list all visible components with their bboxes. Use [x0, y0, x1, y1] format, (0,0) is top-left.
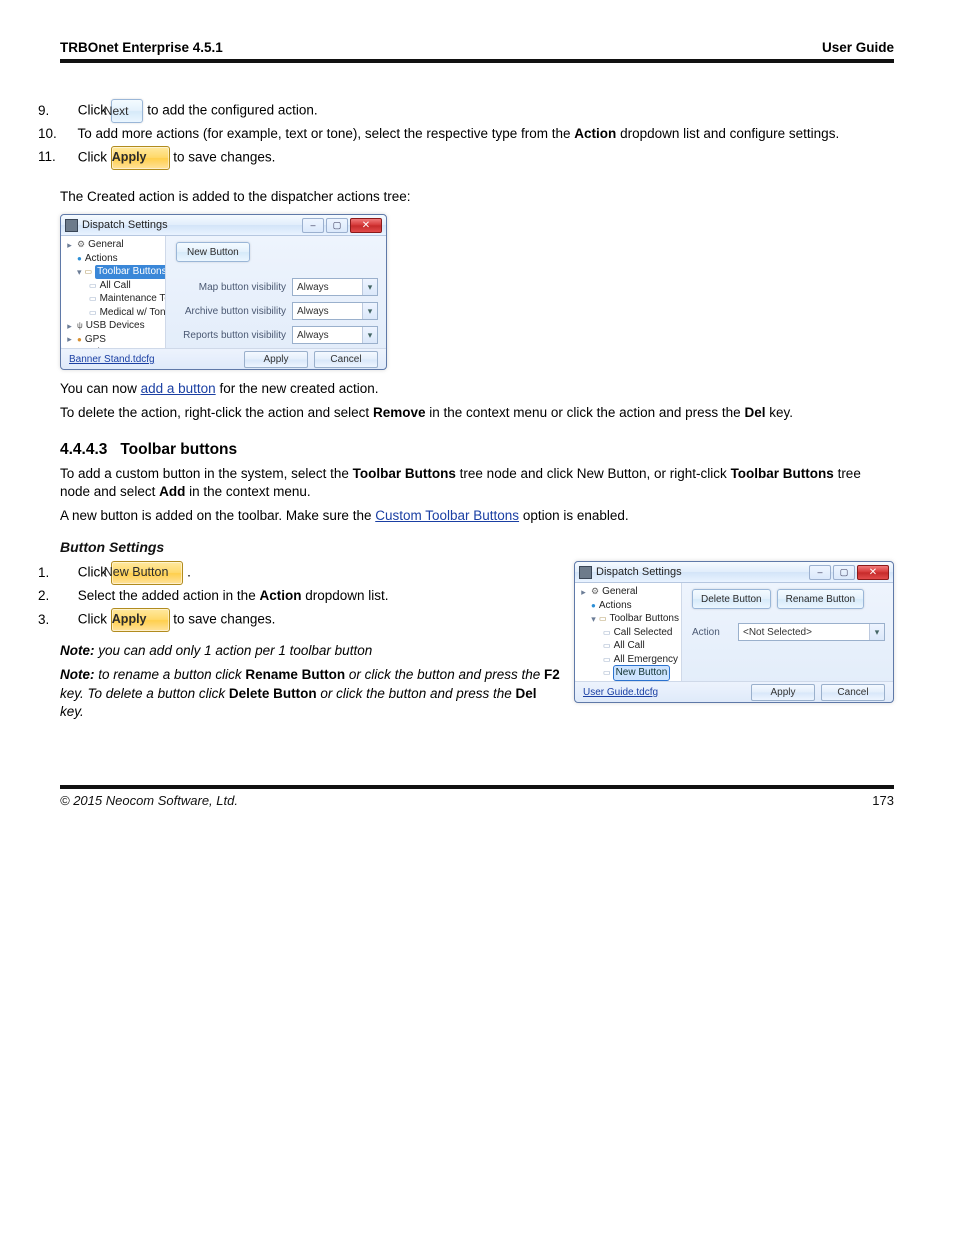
new-button[interactable]: New Button	[176, 242, 250, 262]
map-visibility-label: Map button visibility	[176, 282, 286, 293]
settings-tree[interactable]: ▸General Actions ▾Toolbar Buttons All Ca…	[61, 236, 166, 350]
close-icon[interactable]: ✕	[350, 218, 382, 233]
dialog-apply-button[interactable]: Apply	[244, 351, 308, 368]
archive-visibility-label: Archive button visibility	[176, 306, 286, 317]
window-icon	[579, 566, 592, 579]
apply-button-2[interactable]: Apply	[111, 608, 170, 632]
step-9: 9. Click Next to add the configured acti…	[60, 99, 894, 123]
close-icon[interactable]: ✕	[857, 565, 889, 580]
copyright: © 2015 Neocom Software, Ltd.	[60, 793, 238, 808]
minimize-icon[interactable]: –	[809, 565, 831, 580]
custom-toolbar-buttons-link[interactable]: Custom Toolbar Buttons	[375, 508, 519, 523]
toolbar-p1: To add a custom button in the system, se…	[60, 465, 894, 501]
map-visibility-dropdown[interactable]: Always▾	[292, 278, 378, 296]
next-button[interactable]: Next	[111, 99, 144, 123]
config-file-link[interactable]: User Guide.tdcfg	[583, 687, 745, 698]
subsection-button-settings: Button Settings	[60, 539, 894, 555]
action-label: Action	[692, 627, 732, 638]
toolbar-p2: A new button is added on the toolbar. Ma…	[60, 507, 894, 525]
dialog-apply-button[interactable]: Apply	[751, 684, 815, 701]
reports-visibility-dropdown[interactable]: Always▾	[292, 326, 378, 344]
archive-visibility-dropdown[interactable]: Always▾	[292, 302, 378, 320]
header-rule	[60, 59, 894, 63]
delete-button[interactable]: Delete Button	[692, 589, 771, 609]
apply-button-1[interactable]: Apply	[111, 146, 170, 170]
dialog-cancel-button[interactable]: Cancel	[821, 684, 885, 701]
section-heading-toolbar: 4.4.4.3 Toolbar buttons	[60, 441, 894, 459]
lead-paragraph: The Created action is added to the dispa…	[60, 188, 894, 206]
maximize-icon[interactable]: ▢	[833, 565, 855, 580]
header-right: User Guide	[822, 40, 894, 55]
settings-tree[interactable]: ▸General Actions ▾Toolbar Buttons Call S…	[575, 583, 682, 683]
window-title: Dispatch Settings	[82, 219, 300, 231]
new-button-yellow[interactable]: New Button	[111, 561, 184, 585]
config-file-link[interactable]: Banner Stand.tdcfg	[69, 354, 238, 365]
window-title: Dispatch Settings	[596, 566, 807, 578]
follow-p2: To delete the action, right-click the ac…	[60, 404, 894, 422]
screenshot-dispatch-settings-2: Dispatch Settings – ▢ ✕ ▸General Actions…	[574, 561, 894, 703]
follow-p1: You can now add a button for the new cre…	[60, 380, 894, 398]
reports-visibility-label: Reports button visibility	[176, 330, 286, 341]
step-10: 10. To add more actions (for example, te…	[60, 125, 894, 144]
step-11: 11. Click Apply to save changes.	[60, 146, 894, 170]
screenshot-dispatch-settings-1: Dispatch Settings – ▢ ✕ ▸General Actions…	[60, 214, 387, 370]
rename-button[interactable]: Rename Button	[777, 589, 865, 609]
page-number: 173	[872, 793, 894, 808]
header-left: TRBOnet Enterprise 4.5.1	[60, 40, 223, 55]
footer-rule	[60, 785, 894, 789]
maximize-icon[interactable]: ▢	[326, 218, 348, 233]
minimize-icon[interactable]: –	[302, 218, 324, 233]
add-a-button-link[interactable]: add a button	[141, 381, 216, 396]
window-icon	[65, 219, 78, 232]
action-dropdown[interactable]: <Not Selected>▾	[738, 623, 885, 641]
dialog-cancel-button[interactable]: Cancel	[314, 351, 378, 368]
